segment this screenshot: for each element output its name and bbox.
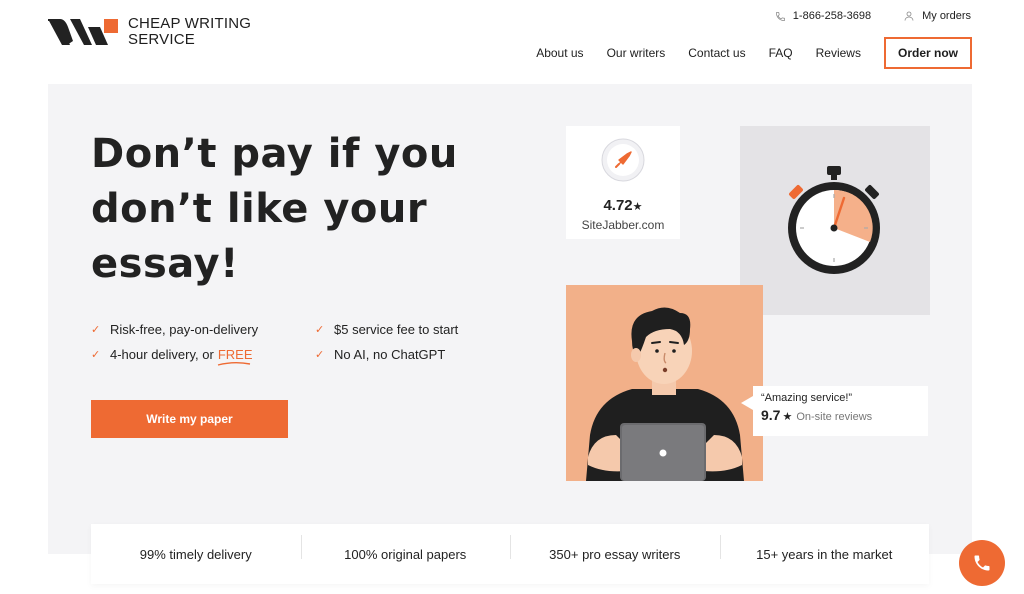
writer-illustration: [566, 285, 763, 481]
free-highlight: FREE: [217, 347, 253, 366]
phone-number: 1-866-258-3698: [792, 10, 872, 22]
my-orders-label: My orders: [922, 10, 971, 22]
hero-section: Don’t pay if you don’t like your essay! …: [48, 84, 972, 554]
brand-logo[interactable]: CHEAP WRITING SERVICE: [48, 16, 251, 48]
check-icon: ✓: [91, 349, 101, 361]
headline-line-1: Don’t pay if you: [91, 131, 458, 177]
phone-icon: [974, 555, 990, 571]
sitejabber-card[interactable]: 4.72★ SiteJabber.com: [566, 126, 680, 239]
brand-name-line1: CHEAP WRITING: [128, 15, 252, 32]
order-now-button[interactable]: Order now: [883, 37, 972, 69]
nav-contact-us[interactable]: Contact us: [688, 46, 745, 60]
headline-line-2: don’t like your: [91, 186, 428, 232]
check-icon: ✓: [91, 324, 101, 336]
star-icon: ★: [632, 201, 643, 213]
phone-link[interactable]: 1-866-258-3698: [775, 10, 871, 22]
stat-item: 350+ pro essay writers: [510, 534, 720, 562]
feature-list: ✓ Risk-free, pay-on-delivery ✓ $5 servic…: [91, 322, 515, 366]
write-my-paper-button[interactable]: Write my paper: [91, 400, 288, 438]
review-bubble: “Amazing service!” 9.7 ★ On-site reviews: [741, 386, 928, 436]
feature-item: ✓ $5 service fee to start: [315, 322, 515, 337]
free-label: FREE: [217, 347, 253, 362]
stopwatch-icon: [788, 166, 880, 274]
stat-item: 100% original papers: [300, 534, 511, 562]
stat-item: 15+ years in the market: [719, 534, 930, 562]
feature-text: Risk-free, pay-on-delivery: [110, 322, 259, 337]
review-score: 9.7: [761, 407, 781, 423]
headline-line-3: essay!: [91, 241, 239, 287]
stats-bar: 99% timely delivery 100% original papers…: [91, 524, 929, 584]
nav-faq[interactable]: FAQ: [769, 46, 793, 60]
logo-mark-icon: [48, 19, 118, 45]
feature-text: $5 service fee to start: [334, 322, 459, 337]
sitejabber-site: SiteJabber.com: [581, 218, 665, 232]
call-fab-button[interactable]: [959, 540, 1005, 586]
brand-name-line2: SERVICE: [128, 31, 195, 48]
star-icon: ★: [782, 411, 793, 423]
rocket-icon: [601, 138, 645, 182]
sitejabber-rating: 4.72★: [566, 197, 680, 214]
nav-reviews[interactable]: Reviews: [816, 46, 861, 60]
feature-text: No AI, no ChatGPT: [334, 347, 446, 362]
review-label: On-site reviews: [796, 411, 873, 423]
top-links: 1-866-258-3698 My orders: [775, 10, 971, 22]
feature-item: ✓ Risk-free, pay-on-delivery: [91, 322, 315, 337]
check-icon: ✓: [315, 349, 325, 361]
check-icon: ✓: [315, 324, 325, 336]
review-quote: “Amazing service!”: [761, 392, 853, 404]
rating-value: 4.72: [603, 197, 633, 214]
main-nav: About us Our writers Contact us FAQ Revi…: [536, 37, 972, 69]
feature-item: ✓ No AI, no ChatGPT: [315, 347, 515, 362]
person-with-laptop-image: [586, 307, 744, 481]
brand-name: CHEAP WRITING SERVICE: [128, 16, 251, 48]
nav-about-us[interactable]: About us: [536, 46, 583, 60]
user-icon: [904, 11, 914, 21]
feature-item: ✓ 4-hour delivery, or FREE: [91, 347, 315, 366]
stat-item: 99% timely delivery: [139, 546, 252, 562]
review-score-line: 9.7 ★ On-site reviews: [761, 407, 920, 423]
nav-our-writers[interactable]: Our writers: [607, 46, 666, 60]
stopwatch-card: [740, 126, 930, 315]
my-orders-link[interactable]: My orders: [903, 10, 971, 22]
underline-swoosh-icon: [217, 362, 250, 366]
phone-icon: [775, 11, 785, 21]
hero-headline: Don’t pay if you don’t like your essay!: [91, 127, 458, 292]
feature-text: 4-hour delivery, or: [110, 347, 214, 362]
